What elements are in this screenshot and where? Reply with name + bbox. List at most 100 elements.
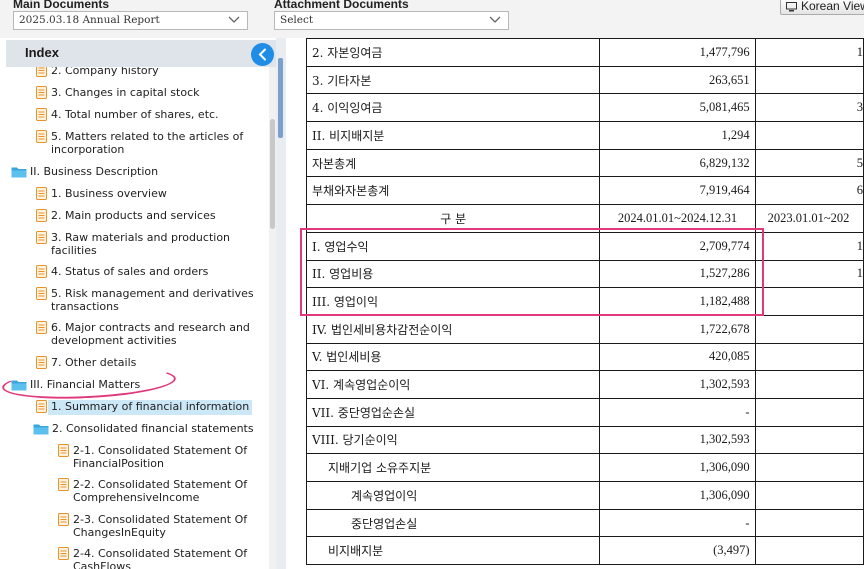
- table-row: II. 영업비용 1,527,286 1: [305, 259, 864, 289]
- attachment-documents-label: Attachment Documents: [274, 0, 409, 11]
- row-label: 부채와자본총계: [305, 176, 601, 206]
- value-2024: 1,306,090: [599, 481, 756, 510]
- index-header: Index: [6, 40, 276, 67]
- row-label: II. 영업비용: [305, 259, 601, 289]
- table-row: 4. 이익잉여금 5,081,465 3: [305, 93, 864, 123]
- index-item-label: 2-2. Consolidated Statement Of: [73, 478, 248, 491]
- row-label: 자본총계: [305, 148, 601, 178]
- value-2024: 1,306,090: [599, 453, 756, 482]
- value-2023: [754, 508, 864, 538]
- row-label: 구 분: [305, 204, 601, 233]
- value-2023: [754, 536, 864, 566]
- index-item-label-line2: ChangesInEquity: [73, 526, 166, 539]
- index-item-label: 5. Risk management and derivatives: [51, 287, 254, 300]
- index-item-label-line2: development activities: [51, 334, 177, 347]
- value-2024: 1,527,286: [599, 259, 756, 289]
- index-item-label: 5. Matters related to the articles of: [51, 130, 244, 143]
- row-label: 4. 이익잉여금: [305, 93, 601, 123]
- row-label: 계속영업이익: [305, 481, 601, 510]
- document-scrollbar[interactable]: [276, 38, 286, 569]
- index-item-label: 2-3. Consolidated Statement Of: [73, 513, 248, 526]
- value-2024: 1,302,593: [599, 425, 756, 455]
- index-item-label: 1. Summary of financial information: [48, 400, 253, 415]
- table-row: 3. 기타자본 263,651: [305, 65, 864, 95]
- folder-icon: [11, 166, 27, 181]
- index-item-label: 2-4. Consolidated Statement Of: [73, 547, 248, 560]
- value-2023: [754, 314, 864, 344]
- index-item-label-line2: CashFlows: [73, 560, 131, 569]
- row-label: III. 영업이익: [305, 287, 601, 316]
- index-scrollbar[interactable]: [269, 67, 276, 569]
- value-2024: 7,919,464: [599, 176, 756, 206]
- row-label: II. 비지배지분: [305, 121, 601, 150]
- table-row: VI. 계속영업순이익 1,302,593: [305, 370, 864, 399]
- value-2023: 1: [754, 231, 864, 261]
- document-icon: [36, 231, 47, 247]
- value-2024: 6,829,132: [599, 148, 756, 178]
- value-2023: [754, 342, 864, 372]
- chevron-down-icon: [489, 16, 501, 23]
- index-item-label: 2. Consolidated financial statements: [52, 422, 254, 435]
- row-label: 2. 자본잉여금: [305, 38, 601, 67]
- korean-view-button[interactable]: Korean View: [780, 0, 864, 15]
- value-2024: 1,294: [599, 121, 756, 150]
- value-2023: [754, 453, 864, 482]
- table-row: 지배기업 소유주지분 1,306,090: [305, 453, 864, 482]
- index-item-label-line2: ComprehensiveIncome: [73, 491, 200, 504]
- table-row: VIII. 당기순이익 1,302,593: [305, 425, 864, 455]
- value-2023: 5: [754, 148, 864, 178]
- value-2024: 263,651: [599, 65, 756, 95]
- financial-table: 2. 자본잉여금 1,477,796 1 3. 기타자본 263,651 4. 이익잉여금…: [305, 38, 864, 566]
- row-label: VIII. 당기순이익: [305, 425, 601, 455]
- value-2024: 420,085: [599, 342, 756, 372]
- value-2024: 1,722,678: [599, 314, 756, 344]
- value-2024: 1,477,796: [599, 38, 756, 67]
- main-documents-label: Main Documents: [13, 0, 110, 11]
- index-tree: 2. Company history 3. Changes in capital …: [6, 67, 270, 569]
- row-label: I. 영업수익: [305, 231, 601, 261]
- value-2023: 2023.01.01~202: [754, 204, 864, 233]
- attachment-documents-select[interactable]: Select: [274, 11, 509, 30]
- table-row: 비지배지분 (3,497): [305, 536, 864, 566]
- value-2024: 2,709,774: [599, 231, 756, 261]
- table-header-row: 구 분 2024.01.01~2024.12.31 2023.01.01~202: [305, 204, 864, 233]
- table-row: 계속영업이익 1,306,090: [305, 481, 864, 510]
- value-2023: [754, 481, 864, 510]
- index-panel: Index 2. Company history 3. Changes in ca…: [1, 38, 276, 569]
- document-viewer: 2. 자본잉여금 1,477,796 1 3. 기타자본 263,651 4. 이익잉여금…: [276, 38, 864, 569]
- chevron-down-icon: [228, 16, 240, 23]
- document-icon: [36, 356, 47, 372]
- value-2024: -: [599, 397, 756, 427]
- value-2023: [754, 370, 864, 399]
- index-item-label: 2. Company history: [51, 67, 159, 77]
- attachment-documents-value: Select: [280, 14, 314, 26]
- document-icon: [36, 209, 47, 225]
- index-item-label: 2-1. Consolidated Statement Of: [73, 444, 248, 457]
- document-icon: [36, 265, 47, 281]
- row-label: 3. 기타자본: [305, 65, 601, 95]
- document-icon: [36, 400, 47, 416]
- table-row: III. 영업이익 1,182,488: [305, 287, 864, 316]
- table-row: II. 비지배지분 1,294: [305, 121, 864, 150]
- index-item-label: II. Business Description: [30, 165, 159, 178]
- row-label: V. 법인세비용: [305, 342, 601, 372]
- document-icon: [36, 108, 47, 124]
- chevron-left-icon: [258, 48, 266, 61]
- collapse-index-button[interactable]: [251, 43, 274, 66]
- value-2023: 1: [754, 259, 864, 289]
- row-label: VI. 계속영업순이익: [305, 370, 601, 399]
- row-label: 지배기업 소유주지분: [305, 453, 601, 482]
- document-scrollbar-thumb[interactable]: [278, 58, 283, 138]
- row-label: 중단영업손실: [305, 508, 601, 538]
- document-icon: [36, 67, 47, 80]
- index-item-label: 2. Main products and services: [51, 209, 216, 222]
- value-2024: 1,302,593: [599, 370, 756, 399]
- index-title: Index: [25, 45, 59, 60]
- index-item-label-line2: incorporation: [51, 143, 125, 156]
- value-2024: -: [599, 508, 756, 538]
- value-2023: 1: [754, 38, 864, 67]
- table-row: 2. 자본잉여금 1,477,796 1: [305, 38, 864, 67]
- main-documents-select[interactable]: 2025.03.18 Annual Report: [13, 11, 248, 30]
- index-scrollbar-thumb[interactable]: [270, 119, 275, 229]
- document-icon: [36, 187, 47, 203]
